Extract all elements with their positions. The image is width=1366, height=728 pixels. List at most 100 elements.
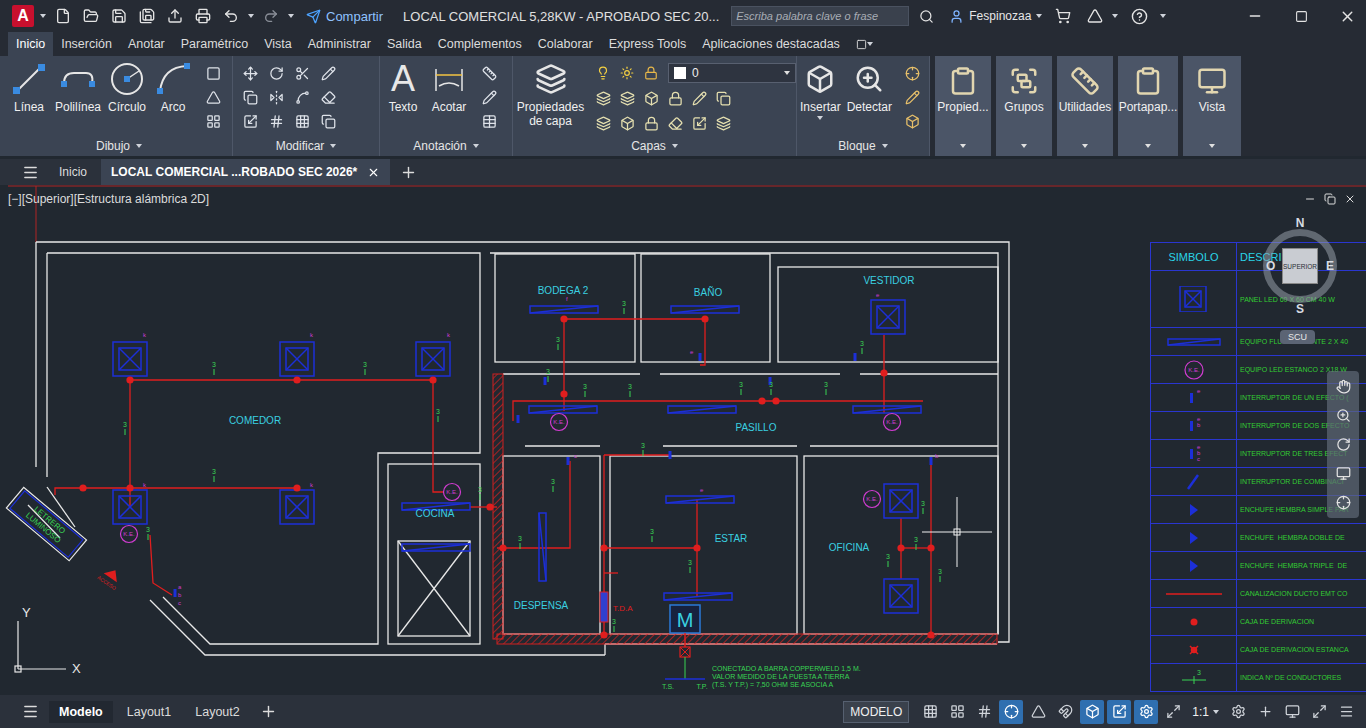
autodesk-icon[interactable]	[1084, 5, 1106, 27]
modify-icon[interactable]	[265, 62, 287, 84]
status-toggle[interactable]	[972, 700, 996, 724]
close-tab-icon[interactable]	[367, 166, 380, 179]
led-panel[interactable]	[884, 484, 918, 518]
led-panel[interactable]	[113, 342, 147, 376]
layer-properties-tool[interactable]: Propiedades de capa	[513, 56, 588, 128]
layer-tool-icon[interactable]	[664, 112, 686, 134]
viewport-restore-icon[interactable]	[1324, 193, 1336, 205]
sealed-fixture[interactable]: K.E.	[884, 414, 901, 431]
status-toggle[interactable]	[1134, 700, 1158, 724]
switch[interactable]	[699, 353, 702, 361]
draw-small-icon[interactable]	[202, 86, 224, 108]
fluorescent-fixture[interactable]	[671, 306, 739, 313]
fluorescent-fixture[interactable]	[666, 496, 734, 503]
led-panel[interactable]	[280, 342, 314, 376]
app-logo[interactable]: A	[12, 5, 34, 27]
redo-caret-icon[interactable]	[288, 14, 294, 18]
insert-tool[interactable]: Insertar	[797, 56, 844, 120]
switch[interactable]	[669, 451, 672, 459]
ribbon-tab[interactable]: Express Tools	[601, 32, 695, 56]
fullscreen-icon[interactable]	[1307, 700, 1331, 724]
sealed-fixture[interactable]: K.E.	[864, 491, 881, 508]
minimize-icon[interactable]	[1244, 5, 1266, 27]
customize-icon[interactable]	[1334, 700, 1358, 724]
draw-tool[interactable]: Arco	[150, 56, 196, 114]
layer-tool-icon[interactable]	[664, 87, 686, 109]
layer-tool-icon[interactable]	[688, 87, 710, 109]
status-toggle[interactable]	[918, 700, 942, 724]
showmotion-icon[interactable]	[1336, 466, 1351, 481]
quick-access-icon[interactable]	[164, 5, 186, 27]
viewcube[interactable]: NSOESUPERIOR	[1263, 229, 1337, 303]
panel-title[interactable]: Anotación	[380, 136, 512, 156]
fluorescent-fixture[interactable]	[853, 406, 921, 413]
table-icon[interactable]	[478, 110, 500, 132]
pan-icon[interactable]	[1336, 379, 1351, 394]
led-panel[interactable]	[280, 490, 314, 524]
attribute-icon[interactable]	[901, 110, 923, 132]
quick-access-icon[interactable]	[80, 5, 102, 27]
led-panel[interactable]	[113, 490, 147, 524]
layout-tab[interactable]: Layout2	[185, 701, 249, 723]
switch[interactable]	[544, 377, 547, 385]
close-icon[interactable]	[1336, 5, 1358, 27]
quick-access-icon[interactable]	[192, 5, 214, 27]
compass-east[interactable]: E	[1326, 259, 1334, 273]
status-toggle[interactable]	[1161, 700, 1185, 724]
search-icon[interactable]	[915, 5, 937, 27]
layer-tool-icon[interactable]	[592, 112, 614, 134]
led-panel[interactable]	[416, 342, 450, 376]
quick-access-icon[interactable]	[136, 5, 158, 27]
hardware-icon[interactable]	[1280, 700, 1304, 724]
switch[interactable]	[517, 415, 520, 423]
layer-tool-icon[interactable]	[640, 87, 662, 109]
dimension-tool[interactable]: Acotar	[426, 56, 472, 114]
ribbon-tab[interactable]: Colaborar	[530, 32, 601, 56]
redo-icon[interactable]	[260, 5, 282, 27]
layout-tab[interactable]: Modelo	[49, 701, 113, 723]
ribbon-tab[interactable]: Anotar	[120, 32, 173, 56]
quick-access-icon[interactable]	[52, 5, 74, 27]
layer-tool-icon[interactable]	[640, 112, 662, 134]
menu-icon[interactable]	[16, 159, 45, 185]
new-tab-icon[interactable]	[394, 159, 423, 185]
modify-icon[interactable]	[239, 62, 261, 84]
layout-tab[interactable]: Layout1	[117, 701, 181, 723]
fluorescent-fixture[interactable]	[668, 406, 736, 413]
sealed-fixture[interactable]: K.E.	[444, 484, 461, 501]
help-icon[interactable]	[1124, 5, 1154, 27]
led-panel[interactable]	[884, 579, 918, 613]
ribbon-group[interactable]: Utilidades	[1057, 56, 1113, 156]
settings-icon[interactable]	[1226, 700, 1250, 724]
layout-menu-icon[interactable]	[16, 703, 45, 720]
sealed-fixture[interactable]: K.E.	[121, 526, 138, 543]
app-menu-caret-icon[interactable]	[40, 14, 46, 18]
panel-title[interactable]: Capas	[513, 136, 796, 156]
ribbon-tab[interactable]: Aplicaciones destacadas	[694, 32, 848, 56]
compass-west[interactable]: O	[1266, 259, 1275, 273]
panel-title[interactable]: Modificar	[233, 136, 379, 156]
switch[interactable]	[567, 457, 570, 465]
fluorescent-fixture[interactable]	[539, 513, 546, 581]
maximize-icon[interactable]	[1290, 5, 1312, 27]
modify-icon[interactable]	[239, 110, 261, 132]
detect-tool[interactable]: Detectar	[844, 56, 895, 114]
zoom-icon[interactable]	[1336, 408, 1351, 423]
fluorescent-fixture[interactable]	[664, 593, 732, 600]
viewport-minimize-icon[interactable]	[1304, 193, 1316, 205]
switch[interactable]	[930, 457, 933, 465]
orbit-icon[interactable]	[1336, 437, 1351, 452]
share-button[interactable]: Compartir	[306, 9, 383, 24]
file-tab[interactable]: LOCAL COMERCIAL ...ROBADO SEC 2026*	[101, 159, 390, 185]
draw-tool[interactable]: Círculo	[104, 56, 150, 114]
switch[interactable]	[854, 353, 857, 361]
leader-icon[interactable]	[478, 86, 500, 108]
create-block-icon[interactable]	[901, 62, 923, 84]
quick-access-icon[interactable]	[108, 5, 130, 27]
illuminated-sign[interactable]: LETREROLUMINOSO	[6, 487, 86, 560]
ucs-button[interactable]: SCU	[1280, 330, 1315, 344]
viewport-close-icon[interactable]	[1344, 193, 1356, 205]
undo-icon[interactable]	[220, 5, 242, 27]
viewcube-face[interactable]: SUPERIOR	[1282, 248, 1318, 284]
text-tool[interactable]: ATexto	[380, 56, 426, 114]
